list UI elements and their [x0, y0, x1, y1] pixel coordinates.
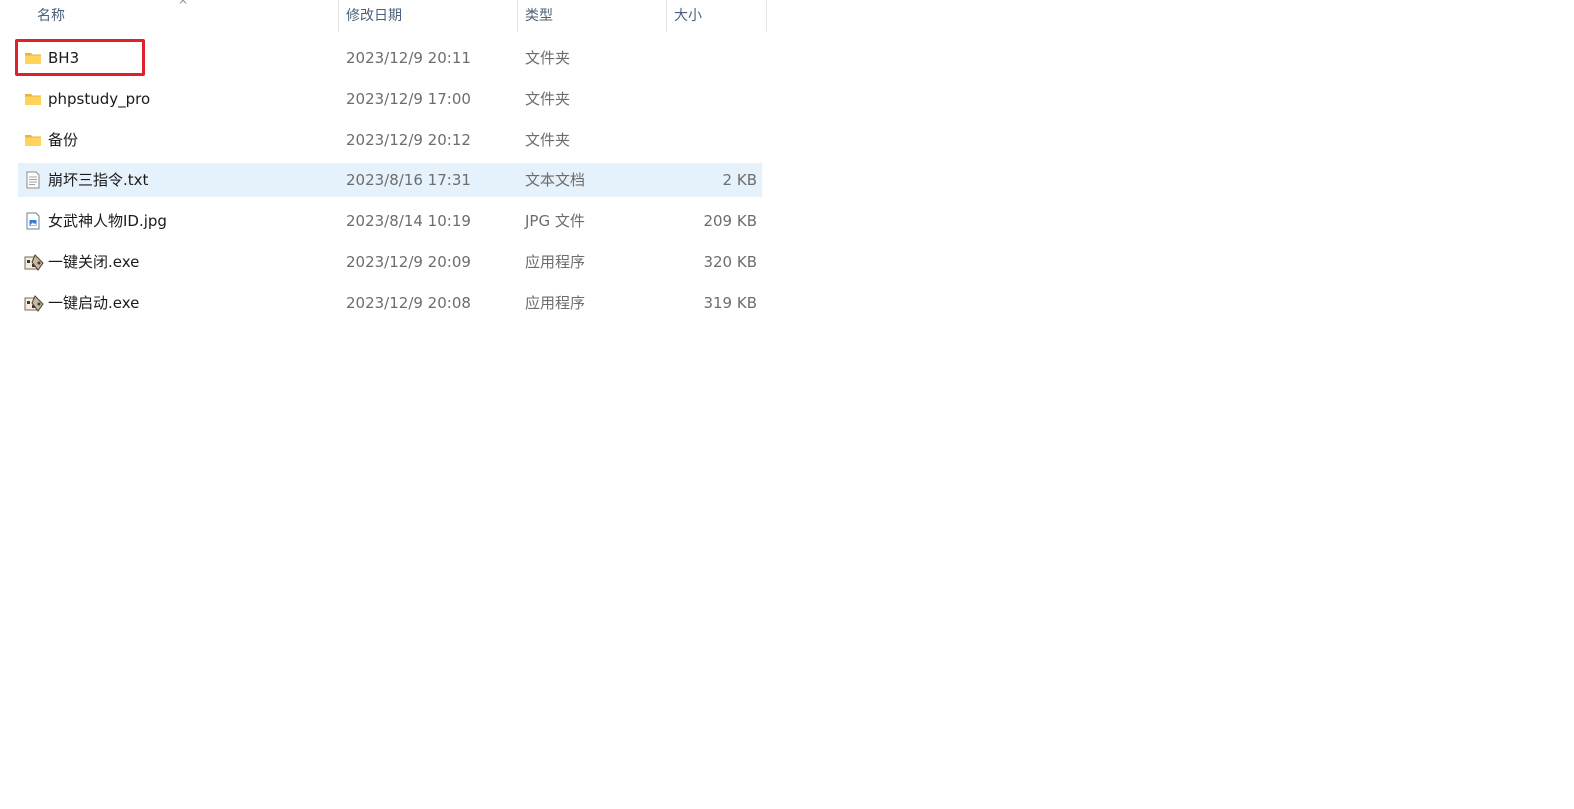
- folder-icon: [24, 49, 42, 67]
- column-header-size-label: 大小: [674, 8, 702, 24]
- file-size: 319 KB: [703, 294, 757, 312]
- file-date: 2023/8/14 10:19: [346, 212, 471, 230]
- file-name: phpstudy_pro: [48, 90, 151, 108]
- folder-icon: [24, 90, 42, 108]
- folder-icon: [24, 131, 42, 149]
- file-row-phpstudy-pro[interactable]: phpstudy_pro 2023/12/9 17:00 文件夹: [18, 82, 762, 116]
- file-date: 2023/12/9 20:12: [346, 131, 471, 149]
- file-date: 2023/12/9 17:00: [346, 90, 471, 108]
- file-row-valkyrie-jpg[interactable]: 女武神人物ID.jpg 2023/8/14 10:19 JPG 文件 209 K…: [18, 204, 762, 238]
- file-type: 文件夹: [525, 131, 571, 149]
- file-type: 文件夹: [525, 49, 571, 67]
- file-type: 应用程序: [525, 253, 586, 271]
- file-row-backup[interactable]: 备份 2023/12/9 20:12 文件夹: [18, 123, 762, 157]
- file-date: 2023/12/9 20:11: [346, 49, 471, 67]
- file-type: JPG 文件: [525, 212, 585, 230]
- file-row-bh3[interactable]: BH3 2023/12/9 20:11 文件夹: [18, 41, 762, 75]
- file-row-one-click-start-exe[interactable]: 一键启动.exe 2023/12/9 20:08 应用程序 319 KB: [18, 286, 762, 320]
- column-header-size[interactable]: 大小: [667, 0, 767, 32]
- file-date: 2023/12/9 20:09: [346, 253, 471, 271]
- file-type: 文本文档: [525, 171, 586, 189]
- application-icon: [24, 294, 44, 312]
- column-header-date[interactable]: 修改日期: [339, 0, 518, 32]
- file-name: 女武神人物ID.jpg: [48, 212, 167, 230]
- application-icon: [24, 253, 44, 271]
- file-row-commands-txt[interactable]: 崩坏三指令.txt 2023/8/16 17:31 文本文档 2 KB: [18, 163, 762, 197]
- file-size: 320 KB: [703, 253, 757, 271]
- file-name: 一键启动.exe: [48, 294, 140, 312]
- text-document-icon: [24, 171, 42, 189]
- file-date: 2023/12/9 20:08: [346, 294, 471, 312]
- image-file-icon: [24, 212, 42, 230]
- file-list: 名称 ^ 修改日期 类型 大小 BH3 2023/12/9 20:11 文件夹: [0, 0, 780, 312]
- column-header-row: 名称 ^ 修改日期 类型 大小: [0, 0, 780, 33]
- column-header-type[interactable]: 类型: [518, 0, 667, 32]
- file-name: 崩坏三指令.txt: [48, 171, 149, 189]
- file-size: 2 KB: [722, 171, 757, 189]
- column-header-date-label: 修改日期: [346, 8, 402, 24]
- file-name: BH3: [48, 49, 80, 67]
- file-size: 209 KB: [703, 212, 757, 230]
- chevron-up-icon: ^: [178, 0, 189, 12]
- file-name: 一键关闭.exe: [48, 253, 140, 271]
- column-header-type-label: 类型: [525, 8, 553, 24]
- file-type: 文件夹: [525, 90, 571, 108]
- file-row-one-click-close-exe[interactable]: 一键关闭.exe 2023/12/9 20:09 应用程序 320 KB: [18, 245, 762, 279]
- file-date: 2023/8/16 17:31: [346, 171, 471, 189]
- file-name: 备份: [48, 131, 79, 149]
- column-header-name-label: 名称: [37, 8, 65, 24]
- file-type: 应用程序: [525, 294, 586, 312]
